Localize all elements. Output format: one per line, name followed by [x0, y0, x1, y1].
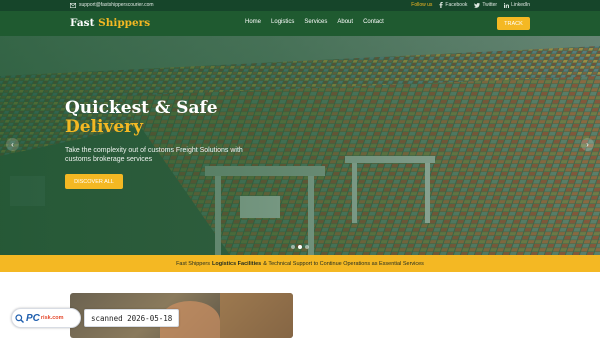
- email-text: support@fastshipperscourier.com: [79, 2, 154, 8]
- banner-suffix: & Technical Support to Continue Operatio…: [263, 260, 424, 267]
- nav-item-home[interactable]: Home: [245, 19, 261, 25]
- follow-us-label: Follow us: [411, 2, 433, 8]
- image-box-shape: [220, 293, 293, 338]
- slider-next-button[interactable]: ›: [581, 138, 594, 151]
- pcrisk-logo-risk: risk.com: [40, 315, 64, 321]
- pcrisk-watermark: PC risk.com scanned 2026-05-18: [11, 308, 180, 328]
- nav-item-contact[interactable]: Contact: [363, 19, 384, 25]
- discover-all-button[interactable]: DISCOVER ALL: [65, 174, 123, 189]
- hero-title: Quickest & Safe Delivery: [65, 99, 218, 137]
- contact-email[interactable]: support@fastshipperscourier.com: [70, 2, 154, 8]
- facebook-label: Facebook: [445, 2, 468, 8]
- slider-dot-1[interactable]: [291, 245, 295, 249]
- hero-title-line1: Quickest & Safe: [65, 98, 218, 118]
- chevron-left-icon: ‹: [11, 140, 14, 149]
- hero-title-line2: Delivery: [65, 117, 144, 137]
- twitter-label: Twitter: [482, 2, 498, 8]
- banner-prefix: Fast Shippers: [176, 260, 210, 267]
- social-links: Follow us Facebook Twitter LinkedIn: [411, 2, 530, 8]
- brand-name: Fast: [70, 17, 95, 29]
- banner-highlight: Logistics Facilities: [212, 260, 262, 267]
- magnifier-icon: [15, 313, 24, 323]
- linkedin-icon: [504, 2, 510, 8]
- social-link-linkedin[interactable]: LinkedIn: [504, 2, 530, 8]
- site-logo[interactable]: Fast Shippers: [70, 17, 150, 29]
- top-bar: support@fastshipperscourier.com Follow u…: [0, 0, 600, 11]
- hero-slider: Quickest & Safe Delivery Take the comple…: [0, 36, 600, 255]
- slider-prev-button[interactable]: ‹: [6, 138, 19, 151]
- twitter-icon: [474, 2, 481, 8]
- slider-dot-3[interactable]: [305, 245, 309, 249]
- nav-item-services[interactable]: Services: [304, 19, 327, 25]
- scan-date-stamp: scanned 2026-05-18: [84, 309, 180, 327]
- mail-icon: [70, 2, 76, 8]
- nav-item-about[interactable]: About: [337, 19, 353, 25]
- pcrisk-logo: PC risk.com: [11, 308, 81, 328]
- facebook-icon: [439, 2, 444, 8]
- slider-dot-2[interactable]: [298, 245, 302, 249]
- pcrisk-logo-pc: PC: [26, 312, 40, 324]
- chevron-right-icon: ›: [586, 140, 589, 149]
- main-navbar: Fast Shippers Home Logistics Services Ab…: [0, 11, 600, 36]
- social-link-twitter[interactable]: Twitter: [474, 2, 497, 8]
- track-button[interactable]: TRACK: [497, 17, 530, 30]
- slider-dots: [291, 245, 309, 249]
- hero-subtitle: Take the complexity out of customs Freig…: [65, 147, 243, 163]
- nav-item-logistics[interactable]: Logistics: [271, 19, 294, 25]
- announcement-banner: Fast Shippers Logistics Facilities & Tec…: [0, 255, 600, 272]
- linkedin-label: LinkedIn: [511, 2, 530, 8]
- social-link-facebook[interactable]: Facebook: [439, 2, 467, 8]
- brand-name-accent: Shippers: [98, 17, 151, 29]
- nav-menu: Home Logistics Services About Contact: [245, 19, 384, 25]
